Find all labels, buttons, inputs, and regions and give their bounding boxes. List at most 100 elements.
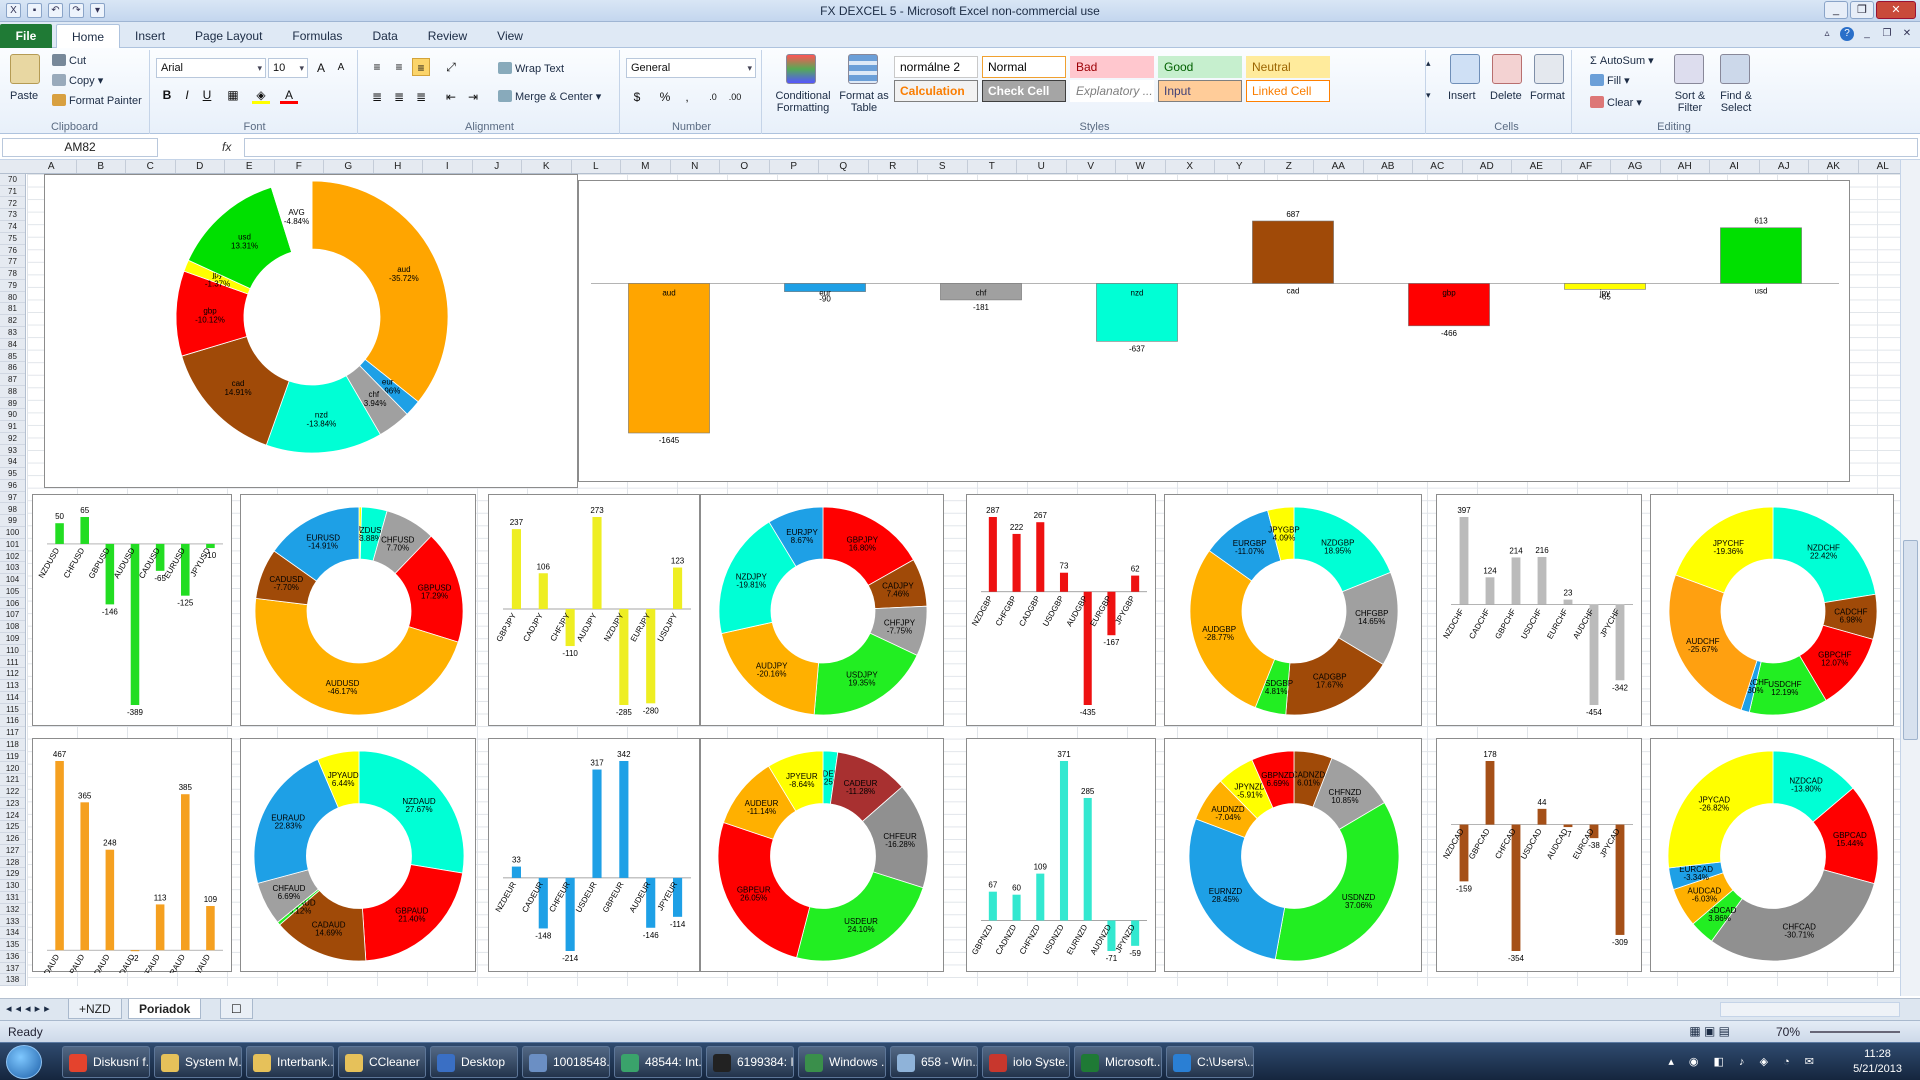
wrap-text-button[interactable]: Wrap Text (498, 62, 564, 75)
underline-icon[interactable]: U (198, 86, 216, 104)
row-header[interactable]: 93 (0, 445, 25, 457)
column-header[interactable]: AF (1562, 160, 1611, 173)
tab-review[interactable]: Review (413, 24, 482, 48)
row-header[interactable]: 123 (0, 798, 25, 810)
column-header[interactable]: O (720, 160, 770, 173)
taskbar-item[interactable]: Desktop (430, 1046, 518, 1078)
insert-cells-button[interactable]: Insert (1448, 90, 1476, 102)
column-header[interactable]: H (374, 160, 423, 173)
taskbar-item[interactable]: Microsoft... (1074, 1046, 1162, 1078)
bar[interactable] (1083, 797, 1092, 921)
row-header[interactable]: 111 (0, 657, 25, 669)
chf-donut-chart[interactable]: NZDCHF 22.42% CADCHF 6.98% GBPCHF 12.07% USDCH… (1650, 494, 1894, 726)
row-header[interactable]: 99 (0, 515, 25, 528)
row-header[interactable]: 72 (0, 198, 25, 210)
row-header[interactable]: 75 (0, 233, 25, 245)
column-header[interactable]: J (473, 160, 522, 173)
row-header[interactable]: 115 (0, 704, 25, 716)
row-header[interactable]: 87 (0, 374, 25, 386)
row-header[interactable]: 114 (0, 692, 25, 704)
cell-style-5[interactable]: Calculation (894, 80, 978, 102)
zoom-level[interactable]: 70% (1776, 1025, 1800, 1039)
column-header[interactable]: S (918, 160, 968, 173)
column-header[interactable]: F (275, 160, 324, 173)
column-header[interactable]: X (1166, 160, 1215, 173)
clear-button[interactable]: Clear ▾ (1590, 96, 1642, 109)
row-header[interactable]: 109 (0, 633, 25, 645)
clock[interactable]: 11:28 5/21/2013 (1853, 1047, 1902, 1077)
row-header[interactable]: 85 (0, 351, 25, 363)
column-header[interactable]: U (1017, 160, 1067, 173)
cell-style-3[interactable]: Good (1158, 56, 1242, 78)
bar[interactable] (1485, 761, 1495, 825)
vertical-scroll-thumb[interactable] (1903, 540, 1918, 740)
paste-button[interactable]: Paste (10, 90, 38, 102)
bar[interactable] (1511, 557, 1521, 605)
format-painter-button[interactable]: Format Painter (52, 94, 142, 107)
bar[interactable] (206, 543, 215, 549)
increase-indent-icon[interactable]: ⇥ (464, 88, 482, 106)
column-header[interactable]: AB (1364, 160, 1413, 173)
column-header[interactable]: AH (1661, 160, 1710, 173)
column-header[interactable]: AD (1463, 160, 1512, 173)
cell-style-0[interactable]: normálne 2 (894, 56, 978, 78)
font-color-icon[interactable]: A (280, 86, 298, 104)
bar[interactable] (511, 529, 521, 609)
decrease-indent-icon[interactable]: ⇤ (442, 88, 460, 106)
bar[interactable] (988, 517, 997, 592)
taskbar-item[interactable]: 658 - Win... (890, 1046, 978, 1078)
bar[interactable] (1485, 577, 1495, 605)
align-bottom-icon[interactable]: ≡ (412, 58, 430, 76)
jpy-bars-chart[interactable]: 237 GBPJPY 106 CADJPY -110 CHFJPY 273 AUDJPY -28… (488, 494, 700, 726)
row-header[interactable]: 133 (0, 916, 25, 928)
row-header[interactable]: 110 (0, 645, 25, 657)
tab-page-layout[interactable]: Page Layout (180, 24, 277, 48)
sort-filter-button[interactable]: Sort & Filter (1668, 90, 1712, 114)
format-as-table-button[interactable]: Format as Table (838, 90, 890, 114)
align-top-icon[interactable]: ≡ (368, 58, 386, 76)
format-cells-icon[interactable] (1534, 54, 1564, 84)
row-header[interactable]: 102 (0, 551, 25, 563)
row-header[interactable]: 90 (0, 409, 25, 422)
column-header[interactable]: Q (819, 160, 869, 173)
restore-icon[interactable]: ❐ (1850, 1, 1874, 19)
column-header[interactable]: R (869, 160, 918, 173)
cell-style-4[interactable]: Neutral (1246, 56, 1330, 78)
bar[interactable] (1537, 808, 1547, 825)
doc-restore-icon[interactable]: ❐ (1880, 27, 1894, 41)
close-icon[interactable]: ✕ (1876, 1, 1916, 19)
taskbar-item[interactable]: Diskusní f... (62, 1046, 150, 1078)
cell-style-1[interactable]: Normal (982, 56, 1066, 78)
main-donut-chart[interactable]: aud -35.72% eur -1.96% chf -3.94% nzd -13.84% ca… (44, 174, 578, 488)
new-sheet-icon[interactable]: ☐ (220, 999, 253, 1019)
bar[interactable] (1036, 873, 1045, 921)
row-header[interactable]: 74 (0, 221, 25, 233)
bar[interactable] (628, 283, 710, 434)
column-header[interactable]: Z (1265, 160, 1314, 173)
cell-style-7[interactable]: Explanatory ... (1070, 80, 1154, 102)
fx-icon[interactable]: fx (222, 140, 231, 154)
bar[interactable] (538, 573, 548, 609)
cad-donut-chart[interactable]: NZDCAD -13.80% GBPCAD 15.44% CHFCAD -30.71% US… (1650, 738, 1894, 972)
row-header[interactable]: 113 (0, 680, 25, 692)
usd-bars-chart[interactable]: 50 NZDUSD 65 CHFUSD -146 GBPUSD -389 AUDUSD -65 C… (32, 494, 232, 726)
cut-button[interactable]: Cut (52, 54, 86, 67)
row-header[interactable]: 78 (0, 268, 25, 280)
taskbar-item[interactable]: 6199384: I... (706, 1046, 794, 1078)
column-header[interactable]: AC (1413, 160, 1463, 173)
row-header[interactable]: 101 (0, 539, 25, 551)
column-header[interactable]: AI (1710, 160, 1760, 173)
fill-color-icon[interactable]: ◈ (252, 86, 270, 104)
row-header[interactable]: 82 (0, 315, 25, 327)
aud-bars-chart[interactable]: 467 NZDAUD 365 GBPAUD 248 CADAUD -2 USDAUD 113 CH… (32, 738, 232, 973)
bar[interactable] (1059, 761, 1069, 921)
bar[interactable] (1563, 599, 1573, 605)
cell-style-6[interactable]: Check Cell (982, 80, 1066, 102)
bar[interactable] (1012, 533, 1021, 592)
column-header[interactable]: T (968, 160, 1017, 173)
column-header[interactable]: AK (1809, 160, 1859, 173)
bar[interactable] (80, 517, 89, 544)
tab-data[interactable]: Data (357, 24, 412, 48)
formula-input[interactable] (244, 138, 1918, 157)
file-tab[interactable]: File (0, 24, 52, 48)
